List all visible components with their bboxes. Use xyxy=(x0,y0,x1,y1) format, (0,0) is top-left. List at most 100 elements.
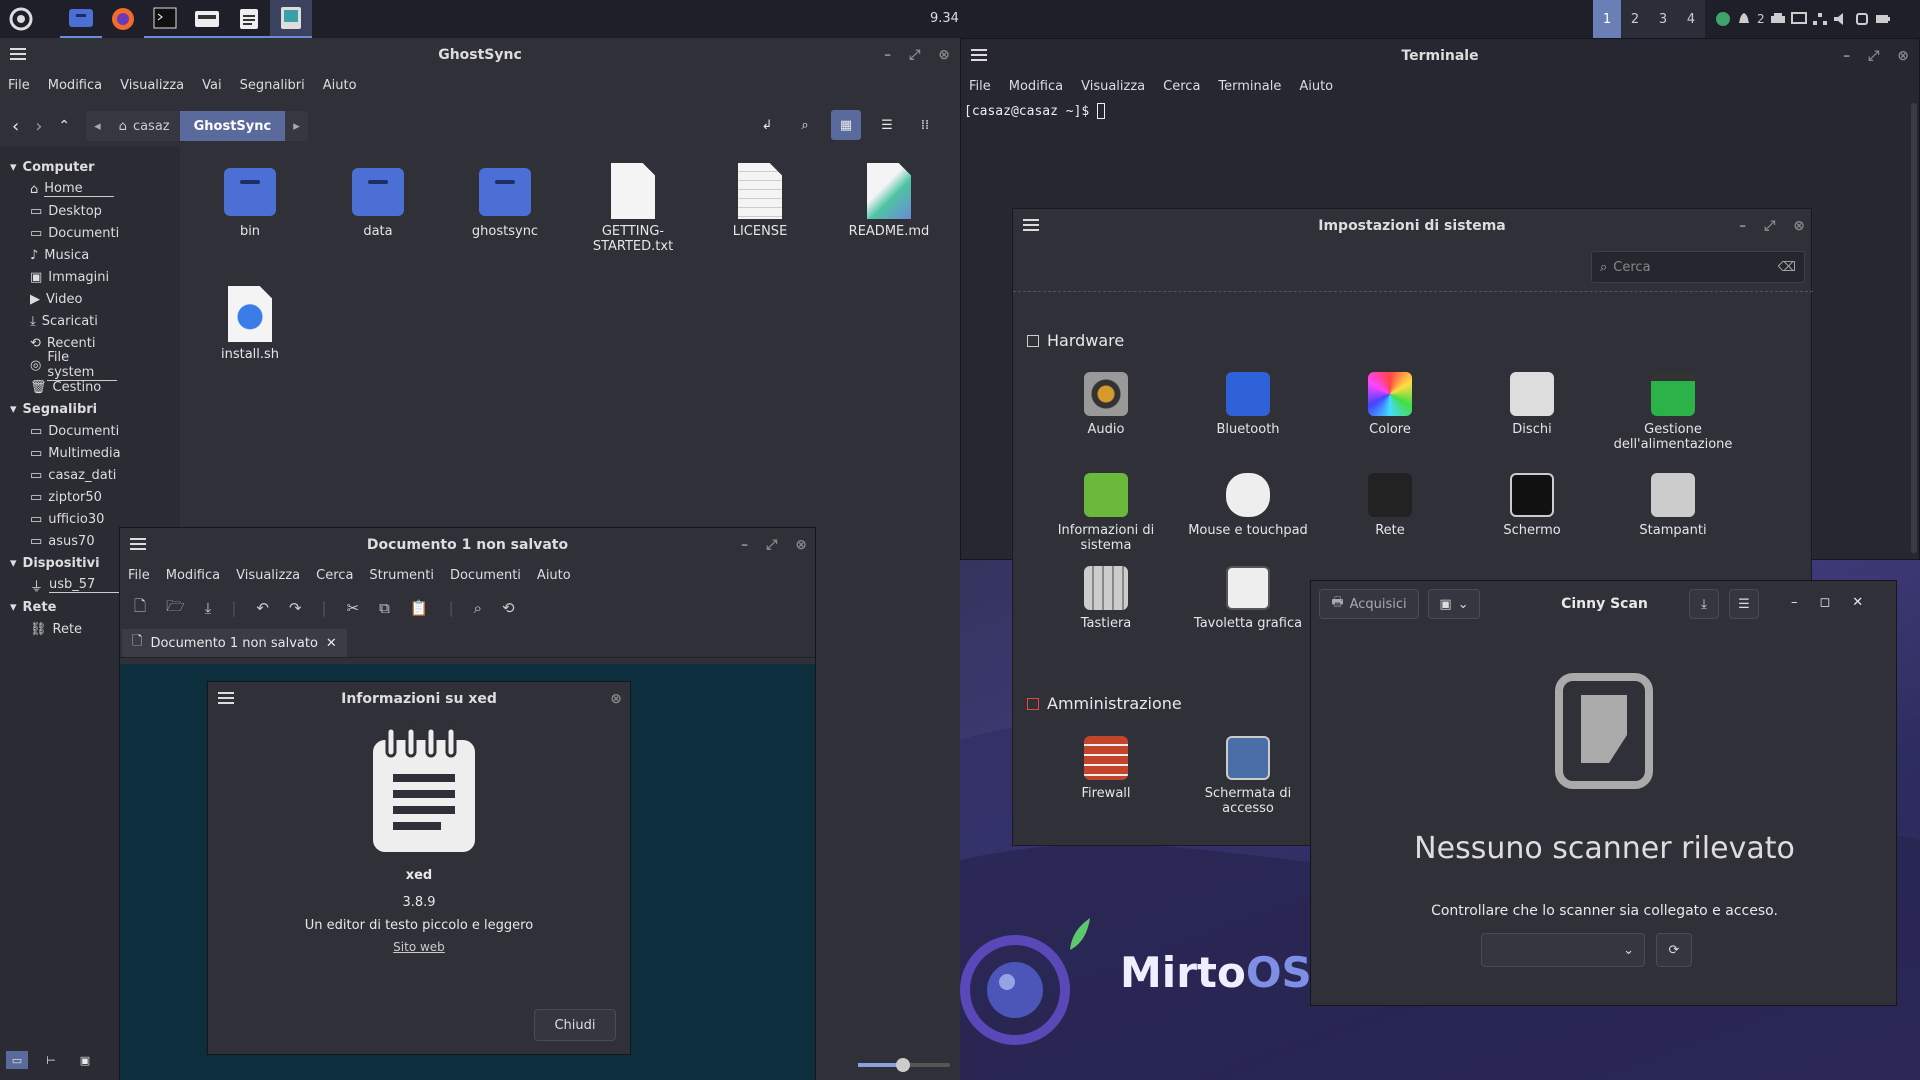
close-icon[interactable]: ⊗ xyxy=(1897,48,1909,64)
sidebar-item-filesystem[interactable]: ◎ File system xyxy=(0,350,180,381)
tab-document[interactable]: 🗋 Documento 1 non salvato ✕ xyxy=(122,629,347,657)
settings-dischi[interactable]: Dischi xyxy=(1462,372,1602,437)
hamburger-icon[interactable]: ☰ xyxy=(1729,589,1759,619)
menu-documenti[interactable]: Documenti xyxy=(450,568,521,583)
xed-titlebar[interactable]: Documento 1 non salvato – ⤢ ⊗ xyxy=(120,528,815,562)
sidebar-item-bookmark[interactable]: ▭ ziptor50 xyxy=(0,486,180,508)
search-icon[interactable]: ⌕ xyxy=(474,599,482,617)
acquire-button[interactable]: 🖶 Acquisici xyxy=(1319,589,1419,619)
cut-icon[interactable]: ✂ xyxy=(347,599,360,617)
minimize-icon[interactable]: – xyxy=(1843,48,1850,64)
close-icon[interactable]: ⊗ xyxy=(1793,218,1805,234)
maximize-icon[interactable]: ⤢ xyxy=(1868,48,1879,64)
notifications-icon[interactable] xyxy=(1736,11,1752,27)
minimize-icon[interactable]: – xyxy=(1791,595,1798,610)
image-menu-button[interactable]: ▣ ⌄ xyxy=(1428,589,1480,619)
back-icon[interactable]: ‹ xyxy=(12,116,19,137)
bluetooth-icon[interactable] xyxy=(1715,11,1731,27)
file-item[interactable]: install.sh xyxy=(195,286,305,362)
terminal-scrollbar[interactable] xyxy=(1911,103,1917,553)
menu-vai[interactable]: Vai xyxy=(202,78,221,93)
close-icon[interactable]: ⊗ xyxy=(795,537,807,553)
file-item[interactable]: GETTING-STARTED.txt xyxy=(578,163,688,254)
settings-bluetooth[interactable]: Bluetooth xyxy=(1178,372,1318,437)
firefox-icon[interactable] xyxy=(102,0,144,38)
open-icon[interactable]: 🗁 xyxy=(166,596,185,621)
sidebar-item-cestino[interactable]: 🗑 Cestino xyxy=(0,376,180,398)
files-icon[interactable] xyxy=(60,0,102,38)
menu-strumenti[interactable]: Strumenti xyxy=(369,568,434,583)
close-icon[interactable]: ⊗ xyxy=(610,691,622,707)
menu-icon[interactable] xyxy=(0,0,42,38)
brightness-icon[interactable] xyxy=(1854,11,1870,27)
settings-stampanti[interactable]: Stampanti xyxy=(1603,473,1743,538)
hide-sidebar-icon[interactable]: ▣ xyxy=(74,1051,96,1069)
sidebar-item-home[interactable]: ⌂ Home xyxy=(0,178,180,200)
file-item[interactable]: bin xyxy=(195,168,305,239)
workspace-4[interactable]: 4 xyxy=(1677,0,1705,38)
zoom-slider[interactable] xyxy=(858,1058,950,1072)
file-item[interactable]: README.md xyxy=(834,163,944,239)
display-icon[interactable] xyxy=(1790,11,1807,27)
menu-cerca[interactable]: Cerca xyxy=(1163,79,1200,94)
redo-icon[interactable]: ↷ xyxy=(289,599,302,617)
battery-icon[interactable] xyxy=(1875,11,1891,27)
settings-tastiera[interactable]: Tastiera xyxy=(1036,566,1176,631)
download-icon[interactable]: ⤓ xyxy=(1689,589,1719,619)
maximize-icon[interactable]: ⤢ xyxy=(766,537,777,553)
settings-icon[interactable] xyxy=(270,0,312,38)
search-input[interactable]: ⌕ Cerca ⌫ xyxy=(1591,251,1805,283)
icon-view-icon[interactable]: ▦ xyxy=(831,110,861,140)
paste-icon[interactable]: 📋 xyxy=(410,599,429,617)
settings-alimentazione[interactable]: Gestione dell'alimentazione xyxy=(1603,372,1743,452)
forward-icon[interactable]: › xyxy=(35,116,42,137)
menu-visualizza[interactable]: Visualizza xyxy=(1081,79,1145,94)
new-document-icon[interactable]: 🗋 xyxy=(134,596,146,621)
terminal-output[interactable]: [casaz@casaz ~]$ xyxy=(961,99,1919,123)
printer-icon[interactable] xyxy=(1770,11,1786,27)
path-left-icon[interactable]: ◂ xyxy=(86,119,109,134)
settings-tavoletta[interactable]: Tavoletta grafica xyxy=(1178,566,1318,631)
menu-file[interactable]: File xyxy=(969,79,991,94)
open-location-icon[interactable]: ↲ xyxy=(755,118,779,133)
maximize-icon[interactable]: ◻ xyxy=(1820,595,1831,610)
sidebar-header-computer[interactable]: ▾ Computer xyxy=(0,156,180,178)
sidebar-item-bookmark[interactable]: ▭ Multimedia xyxy=(0,442,180,464)
menu-terminale[interactable]: Terminale xyxy=(1218,79,1281,94)
path-home[interactable]: ⌂ casaz xyxy=(109,119,180,134)
menu-modifica[interactable]: Modifica xyxy=(1009,79,1063,94)
terminal-icon[interactable] xyxy=(144,0,186,38)
clear-icon[interactable]: ⌫ xyxy=(1778,260,1796,275)
path-current[interactable]: GhostSync xyxy=(179,111,286,141)
minimize-icon[interactable]: – xyxy=(1739,218,1746,234)
places-icon[interactable]: ▭ xyxy=(6,1051,28,1069)
hamburger-icon[interactable] xyxy=(1023,219,1039,231)
refresh-button[interactable]: ⟳ xyxy=(1656,933,1692,967)
workspace-2[interactable]: 2 xyxy=(1621,0,1649,38)
settings-accesso[interactable]: Schermata di accesso xyxy=(1178,736,1318,816)
settings-colore[interactable]: Colore xyxy=(1320,372,1460,437)
sidebar-item-scaricati[interactable]: ⤓ Scaricati xyxy=(0,310,180,332)
menu-modifica[interactable]: Modifica xyxy=(166,568,220,583)
file-item[interactable]: LICENSE xyxy=(705,163,815,239)
volume-icon[interactable] xyxy=(1833,11,1849,27)
minimize-icon[interactable]: – xyxy=(884,47,891,63)
maximize-icon[interactable]: ⤢ xyxy=(909,47,920,63)
scanner-select[interactable]: ⌄ xyxy=(1481,933,1645,967)
settings-audio[interactable]: Audio xyxy=(1036,372,1176,437)
menu-segnalibri[interactable]: Segnalibri xyxy=(240,78,305,93)
menu-aiuto[interactable]: Aiuto xyxy=(537,568,571,583)
sidebar-item-desktop[interactable]: ▭ Desktop xyxy=(0,200,180,222)
website-link[interactable]: Sito web xyxy=(208,940,630,954)
sidebar-item-immagini[interactable]: ▣ Immagini xyxy=(0,266,180,288)
sidebar-item-bookmark[interactable]: ▭ Documenti xyxy=(0,420,180,442)
file-item[interactable]: data xyxy=(323,168,433,239)
sidebar-item-video[interactable]: ▶ Video xyxy=(0,288,180,310)
workspace-1[interactable]: 1 xyxy=(1593,0,1621,38)
hamburger-icon[interactable] xyxy=(971,49,987,61)
scan-headerbar[interactable]: 🖶 Acquisici ▣ ⌄ Cinny Scan ⤓ ☰ – ◻ ✕ xyxy=(1311,581,1896,627)
menu-visualizza[interactable]: Visualizza xyxy=(120,78,184,93)
about-titlebar[interactable]: Informazioni su xed ⊗ xyxy=(208,682,630,716)
menu-aiuto[interactable]: Aiuto xyxy=(323,78,357,93)
close-button[interactable]: Chiudi xyxy=(534,1009,616,1041)
